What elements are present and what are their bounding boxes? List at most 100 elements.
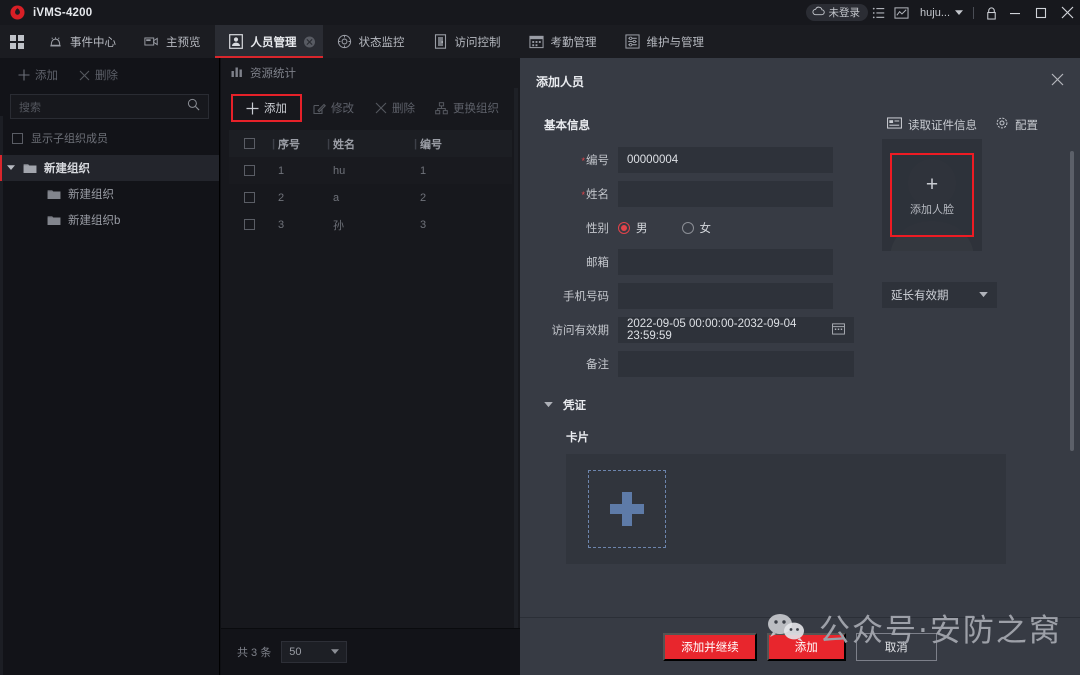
monitor-icon bbox=[337, 34, 352, 49]
close-button[interactable] bbox=[1054, 0, 1080, 25]
chevron-down-icon bbox=[955, 7, 963, 19]
org-delete-button[interactable]: 删除 bbox=[70, 64, 126, 86]
gender-female-radio[interactable] bbox=[681, 222, 694, 234]
menu-item-event-center[interactable]: 事件中心 bbox=[34, 25, 130, 58]
chart-icon[interactable] bbox=[890, 0, 912, 25]
apps-grid-icon[interactable] bbox=[0, 34, 34, 50]
page-size-select[interactable]: 50 bbox=[281, 641, 348, 663]
config-label: 配置 bbox=[1015, 119, 1038, 132]
person-change-org-button[interactable]: 更换组织 bbox=[426, 95, 508, 121]
row-checkbox[interactable] bbox=[229, 192, 269, 203]
show-sub-members-toggle[interactable]: 显示子组织成员 bbox=[0, 119, 219, 155]
menu-item-label: 维护与管理 bbox=[646, 36, 705, 49]
person-delete-button[interactable]: 删除 bbox=[365, 95, 424, 121]
menu-item-label: 状态监控 bbox=[358, 36, 405, 49]
add-face-button[interactable]: + 添加人脸 bbox=[890, 153, 974, 237]
tab-close-icon[interactable] bbox=[303, 36, 315, 47]
list-icon[interactable] bbox=[868, 0, 890, 25]
table-row[interactable]: 2 a 2 bbox=[229, 184, 512, 211]
phone-input[interactable] bbox=[618, 283, 833, 309]
org-tree-node-root[interactable]: 新建组织 bbox=[0, 155, 219, 181]
menu-item-maintenance[interactable]: 维护与管理 bbox=[611, 25, 719, 58]
add-and-continue-button[interactable]: 添加并继续 bbox=[663, 632, 757, 661]
org-delete-label: 删除 bbox=[95, 70, 118, 82]
read-id-card-button[interactable]: 读取证件信息 bbox=[887, 117, 977, 133]
config-button[interactable]: 配置 bbox=[995, 116, 1038, 133]
dialog-close-icon[interactable] bbox=[1051, 73, 1064, 89]
code-input[interactable]: 00000004 bbox=[618, 147, 833, 173]
gender-male-radio[interactable] bbox=[618, 222, 630, 234]
table-row[interactable]: 3 孙 3 bbox=[229, 211, 512, 238]
credential-section-header[interactable]: 凭证 bbox=[520, 377, 1062, 413]
gender-male-label: 男 bbox=[636, 223, 648, 235]
chevron-down-icon[interactable] bbox=[0, 165, 22, 171]
maximize-button[interactable] bbox=[1028, 0, 1054, 25]
total-count-label: 共 3 条 bbox=[237, 647, 272, 659]
resource-stats-button[interactable]: 资源统计 bbox=[221, 58, 520, 88]
column-header-index[interactable]: 序号 bbox=[278, 136, 324, 152]
name-input[interactable] bbox=[618, 181, 833, 207]
stats-bar-icon bbox=[231, 66, 244, 81]
row-checkbox[interactable] bbox=[229, 165, 269, 176]
org-search-box[interactable]: 搜索 bbox=[10, 94, 209, 119]
validity-input[interactable]: 2022-09-05 00:00:00-2032-09-04 23:59:59 bbox=[618, 317, 854, 343]
credential-title: 凭证 bbox=[563, 400, 586, 412]
remark-input[interactable] bbox=[618, 351, 854, 377]
lock-icon[interactable] bbox=[980, 0, 1002, 25]
org-tree-label: 新建组织 bbox=[44, 163, 90, 175]
face-column: + 添加人脸 延长有效期 bbox=[872, 139, 998, 377]
calendar-icon[interactable] bbox=[832, 322, 845, 338]
row-checkbox[interactable] bbox=[229, 219, 269, 230]
org-tree-node-child-1[interactable]: 新建组织 bbox=[0, 181, 219, 207]
show-sub-members-checkbox[interactable] bbox=[12, 132, 23, 144]
column-header-code[interactable]: 编号 bbox=[420, 136, 480, 152]
alarm-icon bbox=[48, 34, 63, 49]
person-list-scrollbar[interactable] bbox=[514, 88, 518, 663]
person-add-button[interactable]: 添加 bbox=[231, 94, 302, 122]
cloud-icon bbox=[812, 6, 825, 19]
login-status-label: 未登录 bbox=[828, 7, 861, 19]
cell-index: 2 bbox=[278, 191, 285, 204]
cross-icon bbox=[78, 69, 90, 81]
chevron-down-icon[interactable] bbox=[544, 401, 553, 410]
menu-item-main-preview[interactable]: 主预览 bbox=[130, 25, 215, 58]
chevron-down-icon bbox=[979, 289, 988, 301]
column-header-name[interactable]: 姓名 bbox=[333, 136, 411, 152]
app-window: iVMS-4200 未登录 huju... 事件中心 主预览 人员管理 状态监控… bbox=[0, 0, 1080, 675]
add-card-button[interactable] bbox=[588, 470, 666, 548]
menu-item-attendance[interactable]: 考勤管理 bbox=[515, 25, 611, 58]
field-email: 邮箱 bbox=[544, 249, 854, 275]
select-all-checkbox[interactable] bbox=[229, 138, 269, 149]
required-marker: * bbox=[581, 189, 585, 200]
show-sub-members-label: 显示子组织成员 bbox=[31, 133, 108, 145]
basic-info-title: 基本信息 bbox=[544, 119, 590, 132]
menu-item-label: 主预览 bbox=[166, 36, 201, 49]
menu-item-access-control[interactable]: 访问控制 bbox=[419, 25, 515, 58]
user-menu[interactable]: huju... bbox=[912, 7, 967, 19]
face-photo-box[interactable]: + 添加人脸 bbox=[882, 139, 982, 251]
validity-input-value: 2022-09-05 00:00:00-2032-09-04 23:59:59 bbox=[627, 318, 797, 342]
dialog-scrollbar-thumb[interactable] bbox=[1070, 151, 1074, 451]
cell-code: 3 bbox=[420, 218, 427, 231]
plus-icon bbox=[246, 102, 259, 115]
menu-item-label: 人员管理 bbox=[250, 36, 297, 49]
add-button[interactable]: 添加 bbox=[766, 632, 846, 661]
org-tree-node-child-2[interactable]: 新建组织b bbox=[0, 207, 219, 233]
org-add-button[interactable]: 添加 bbox=[10, 64, 66, 86]
folder-icon bbox=[46, 188, 62, 200]
cancel-button[interactable]: 取消 bbox=[855, 632, 937, 661]
table-row[interactable]: 1 hu 1 bbox=[229, 157, 512, 184]
gender-female-label: 女 bbox=[699, 223, 712, 235]
email-input[interactable] bbox=[618, 249, 833, 275]
table-header-row: | 序号 | 姓名 | 编号 bbox=[229, 130, 512, 157]
minimize-button[interactable] bbox=[1002, 0, 1028, 25]
extend-validity-select[interactable]: 延长有效期 bbox=[882, 282, 997, 308]
menu-item-status-monitor[interactable]: 状态监控 bbox=[323, 25, 419, 58]
person-list-footer: 共 3 条 50 bbox=[221, 628, 520, 675]
person-edit-button[interactable]: 修改 bbox=[304, 95, 363, 121]
menu-item-person-management[interactable]: 人员管理 bbox=[214, 25, 323, 58]
fingerprint-label: 指纹 bbox=[520, 564, 1062, 578]
login-status-button[interactable]: 未登录 bbox=[805, 4, 869, 21]
add-face-label: 添加人脸 bbox=[910, 203, 954, 216]
search-icon[interactable] bbox=[187, 98, 200, 116]
